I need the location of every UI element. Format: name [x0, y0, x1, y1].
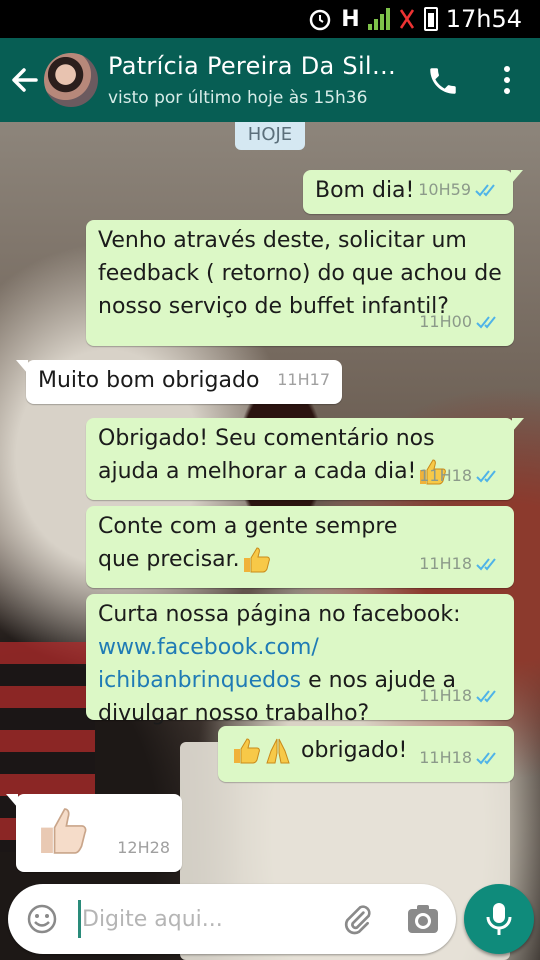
folded-hands-emoji-icon	[266, 738, 290, 764]
message-composer	[8, 884, 456, 954]
message-meta: 11H18	[419, 459, 502, 492]
attach-icon[interactable]	[340, 902, 374, 936]
outgoing-message[interactable]: Conte com a gente sempre que precisar. 1…	[86, 506, 514, 588]
thumbs-up-emoji-icon	[41, 808, 87, 854]
read-receipt-icon	[476, 557, 496, 570]
signal-strength-icon	[367, 8, 390, 30]
message-meta: 11H18	[419, 741, 502, 774]
message-time: 11H17	[277, 370, 330, 389]
read-receipt-icon	[476, 469, 496, 482]
date-chip: HOJE	[235, 122, 305, 150]
text-cursor	[78, 900, 81, 938]
phone-call-icon[interactable]	[426, 64, 460, 98]
message-text: Obrigado! Seu comentário nos ajuda a mel…	[98, 426, 435, 484]
incoming-message[interactable]: Muito bom obrigado 11H17	[16, 360, 342, 404]
last-seen-status: visto por último hoje às 15h36	[108, 88, 368, 108]
message-meta: 11H00	[419, 305, 502, 338]
no-sim-icon	[399, 9, 414, 29]
battery-icon	[423, 7, 438, 31]
message-text: obrigado!	[301, 738, 408, 763]
status-time: 17h54	[445, 5, 522, 33]
chat-header: Patrícia Pereira Da Silv… visto por últi…	[0, 38, 540, 122]
alarm-icon	[310, 9, 331, 31]
message-meta: 12H28	[117, 831, 170, 864]
chat-area[interactable]: HOJE Bom dia! 10H59 Venho através deste,…	[0, 122, 540, 960]
read-receipt-icon	[476, 689, 496, 702]
message-time: 10H59	[418, 180, 471, 199]
outgoing-message[interactable]: obrigado! 11H18	[218, 726, 514, 782]
network-type-label: H	[341, 6, 360, 32]
message-meta: 10H59	[418, 173, 501, 206]
outgoing-message[interactable]: Bom dia! 10H59	[303, 170, 523, 214]
message-text: Curta nossa página no facebook:	[98, 602, 461, 627]
message-time: 12H28	[117, 838, 170, 857]
facebook-link[interactable]: www.facebook.com/ ichibanbrinquedos	[98, 635, 319, 693]
message-meta: 11H18	[419, 679, 502, 712]
incoming-message[interactable]: 12H28	[6, 794, 182, 872]
status-bar: H 17h54	[0, 0, 540, 38]
mic-button[interactable]	[464, 884, 534, 954]
read-receipt-icon	[476, 315, 496, 328]
overflow-menu-icon[interactable]	[500, 66, 514, 96]
thumbs-up-emoji-icon	[234, 738, 260, 764]
mic-icon	[486, 903, 512, 935]
contact-name[interactable]: Patrícia Pereira Da Silv…	[108, 52, 408, 80]
status-icons: H 17h54	[307, 5, 522, 33]
message-meta: 11H18	[419, 547, 502, 580]
outgoing-message[interactable]: Obrigado! Seu comentário nos ajuda a mel…	[86, 418, 524, 500]
read-receipt-icon	[475, 183, 495, 196]
contact-avatar[interactable]	[44, 53, 98, 107]
message-time: 11H00	[419, 312, 472, 331]
thumbs-up-emoji-icon	[243, 547, 270, 573]
outgoing-message[interactable]: Curta nossa página no facebook: www.face…	[86, 594, 514, 726]
outgoing-message[interactable]: Venho através deste, solicitar um feedba…	[86, 220, 514, 346]
message-time: 11H18	[419, 686, 472, 705]
message-meta: 11H17	[277, 363, 330, 396]
read-receipt-icon	[476, 751, 496, 764]
back-arrow-icon[interactable]	[10, 62, 40, 98]
smiley-icon[interactable]	[26, 903, 58, 935]
message-input[interactable]	[82, 902, 332, 936]
message-time: 11H18	[419, 466, 472, 485]
message-time: 11H18	[419, 748, 472, 767]
message-time: 11H18	[419, 554, 472, 573]
camera-icon[interactable]	[406, 903, 440, 935]
